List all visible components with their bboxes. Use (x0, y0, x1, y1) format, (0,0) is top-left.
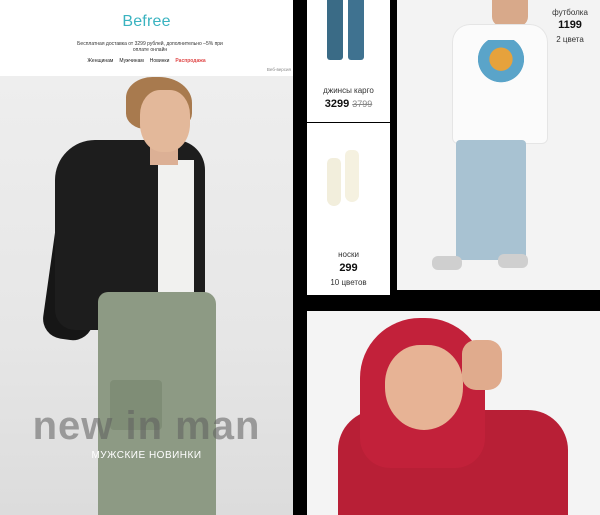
jeans-info: джинсы карго 3299 3799 (307, 86, 390, 110)
jeans-old-price: 3799 (352, 99, 373, 109)
email-nav: Женщинам Мужчинам Новинки Распродажа (0, 58, 293, 64)
hero-subtitle: МУЖСКИЕ НОВИНКИ (91, 450, 202, 461)
socks-image-1 (327, 158, 341, 206)
nav-women[interactable]: Женщинам (87, 58, 113, 64)
email-header (0, 0, 293, 76)
jeans-name: джинсы карго (323, 86, 374, 95)
jeans-image-left (327, 0, 343, 60)
tshirt-price: 1199 (558, 19, 582, 31)
web-version-link[interactable]: Веб-версия (267, 67, 291, 72)
socks-price: 299 (339, 262, 358, 274)
model-face (140, 90, 190, 152)
socks-image-2 (345, 150, 359, 202)
model-tshirt (158, 160, 194, 300)
brand-logo[interactable]: Befree (0, 13, 293, 31)
jeans-price: 3299 (324, 98, 350, 110)
tshirt-colors: 2 цвета (556, 35, 584, 44)
jeans-image-right (348, 0, 364, 60)
tee-model-shoe-left (432, 256, 462, 270)
email-preview: Befree Бесплатная доставка от 3299 рубле… (0, 0, 293, 515)
nav-sale[interactable]: Распродажа (175, 58, 205, 64)
hero-title: new in man (32, 404, 261, 448)
tshirt-name: футболка (552, 8, 588, 17)
tee-print-graphic (476, 40, 526, 88)
hoodie-model-hand (462, 340, 502, 390)
nav-men[interactable]: Мужчинам (119, 58, 143, 64)
socks-colors: 10 цветов (330, 278, 367, 287)
tee-model-jeans (456, 140, 526, 260)
socks-name: носки (338, 250, 359, 259)
tee-model-shoe-right (498, 254, 528, 268)
jeans-price-row: 3299 3799 (307, 98, 390, 110)
nav-new[interactable]: Новинки (150, 58, 170, 64)
tshirt-info: футболка 1199 2 цвета (540, 8, 600, 44)
promo-text: Бесплатная доставка от 3299 рублей, допо… (77, 41, 223, 53)
socks-info: носки 299 10 цветов (307, 250, 390, 287)
hoodie-model-face (385, 345, 463, 430)
